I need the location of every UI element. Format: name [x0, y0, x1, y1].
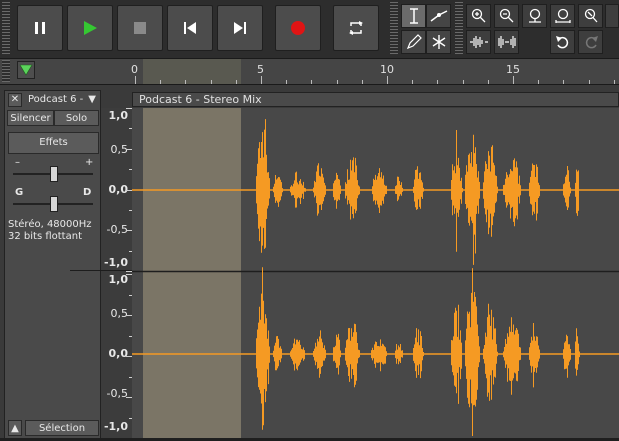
play-button[interactable]	[67, 5, 113, 51]
triangle-up-icon: ▲	[11, 423, 19, 434]
toolbar	[0, 0, 619, 59]
pause-button[interactable]	[17, 5, 63, 51]
ruler-tick	[463, 80, 464, 84]
undo-button[interactable]	[550, 30, 575, 54]
collapse-track-button[interactable]: ▲	[8, 420, 22, 436]
zoom-in-button[interactable]	[466, 4, 491, 28]
play-icon	[84, 21, 97, 35]
skip-end-icon	[234, 22, 246, 34]
pause-icon	[35, 22, 45, 34]
waveform-display[interactable]	[132, 108, 619, 438]
record-button[interactable]	[275, 5, 321, 51]
toolbar-grip[interactable]	[2, 2, 10, 54]
draw-tool[interactable]	[401, 30, 426, 54]
track-bit-depth-info: 32 bits flottant	[8, 231, 82, 242]
scale-ticks	[101, 108, 132, 439]
skip-end-button[interactable]	[217, 5, 263, 51]
edit-grip[interactable]	[455, 2, 463, 54]
zoom-selection-icon	[528, 8, 541, 23]
stop-button[interactable]	[117, 5, 163, 51]
zoom-in-icon	[471, 8, 485, 23]
clip-header[interactable]: Podcast 6 - Stereo Mix	[132, 92, 619, 107]
i-beam-icon	[409, 8, 418, 24]
effects-button[interactable]: Effets	[8, 132, 99, 154]
selection-tool[interactable]	[401, 4, 426, 28]
fit-project-button[interactable]	[550, 4, 575, 28]
zoom-fit-icon	[554, 8, 571, 23]
ruler-tick	[437, 80, 438, 84]
mute-button[interactable]: Silencer	[7, 110, 54, 126]
loop-icon	[349, 21, 363, 35]
ruler-tick	[236, 80, 237, 84]
ruler-tick	[286, 80, 287, 84]
skip-start-button[interactable]	[167, 5, 213, 51]
pan-slider-thumb[interactable]	[50, 196, 58, 212]
amplitude-scale[interactable]: 1,0 0,5 0,0 -0,5 -1,0 1,0 0,5 0,0 -0,5 -…	[70, 108, 133, 439]
pencil-icon	[406, 34, 422, 50]
skip-start-icon	[184, 22, 196, 34]
silence-audio-icon	[497, 36, 516, 48]
gain-slider-thumb[interactable]	[50, 166, 58, 182]
ruler-tick	[387, 76, 388, 84]
track-control-panel: ✕ Podcast 6 - ▼ Silencer Solo Effets – +…	[4, 90, 101, 439]
clip-title: Podcast 6 - Stereo Mix	[139, 93, 262, 106]
ruler-tick	[185, 80, 186, 84]
redo-button[interactable]	[578, 30, 603, 54]
ruler-tick	[337, 80, 338, 84]
record-icon	[291, 21, 305, 35]
gain-plus-label: +	[85, 157, 94, 168]
ruler-tick	[563, 80, 564, 84]
ruler-tick	[160, 80, 161, 84]
stop-icon	[134, 22, 146, 34]
zoom-out-icon	[499, 8, 513, 23]
envelope-icon	[430, 10, 447, 22]
ruler-tick	[211, 80, 212, 84]
asterisk-icon	[432, 35, 445, 49]
ruler-tick	[261, 76, 262, 84]
ruler-tick	[538, 80, 539, 84]
fit-selection-button[interactable]	[522, 4, 547, 28]
undo-icon	[555, 36, 568, 49]
ruler-tick	[135, 76, 136, 84]
pan-right-label: D	[83, 187, 92, 198]
ruler-tick	[412, 80, 413, 84]
select-track-button[interactable]: Sélection	[25, 420, 99, 436]
ruler-tick	[362, 80, 363, 84]
close-track-button[interactable]: ✕	[8, 93, 22, 107]
loop-button[interactable]	[333, 5, 379, 51]
solo-button[interactable]: Solo	[54, 110, 99, 126]
ruler-ticks	[0, 59, 619, 84]
pan-left-label: G	[15, 187, 24, 198]
track-name: Podcast 6 -	[28, 94, 84, 105]
waveform-selection	[143, 108, 241, 438]
tools-grip[interactable]	[390, 2, 398, 54]
ruler-tick	[614, 80, 615, 84]
zoom-out-button[interactable]	[494, 4, 519, 28]
redo-icon	[585, 36, 598, 49]
zoom-toggle-button[interactable]	[578, 4, 603, 28]
toolbar-overflow[interactable]	[605, 4, 619, 28]
ruler-tick	[513, 76, 514, 84]
ruler-tick	[311, 80, 312, 84]
zoom-toggle-icon	[584, 8, 597, 23]
ruler-tick	[488, 80, 489, 84]
close-icon: ✕	[10, 94, 20, 105]
trim-button[interactable]	[466, 30, 491, 54]
track-format-info: Stéréo, 48000Hz	[8, 219, 92, 230]
track-name-menu[interactable]: Podcast 6 - ▼	[24, 93, 99, 107]
timeline-ruler[interactable]: 0 5 10 15	[0, 59, 619, 85]
envelope-tool[interactable]	[426, 4, 451, 28]
gain-minus-label: –	[15, 157, 20, 168]
chevron-down-icon: ▼	[88, 94, 96, 105]
ruler-tick	[589, 80, 590, 84]
trim-audio-icon	[469, 36, 488, 48]
silence-button[interactable]	[494, 30, 519, 54]
multi-tool[interactable]	[426, 30, 451, 54]
